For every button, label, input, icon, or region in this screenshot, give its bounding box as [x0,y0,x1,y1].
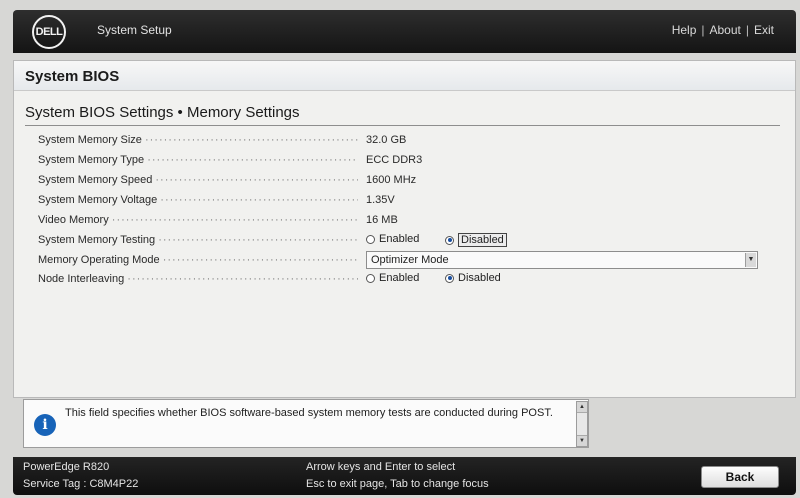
main-panel: System BIOS System BIOS Settings • Memor… [13,60,796,398]
scroll-down-icon[interactable]: ▼ [577,435,587,446]
setting-value: ECC DDR3 [366,154,423,166]
help-link[interactable]: Help [672,23,697,37]
scroll-up-icon[interactable]: ▲ [577,402,587,413]
setting-label: System Memory Type ·····················… [38,154,358,166]
setting-row-memory-voltage: System Memory Voltage ··················… [38,193,778,211]
setting-value: 1.35V [366,194,395,206]
page-title: System BIOS Settings • Memory Settings [25,104,300,121]
setting-label: System Memory Speed ····················… [38,174,358,186]
radio-selected-icon [445,235,454,245]
footer-bar: PowerEdge R820 Service Tag : C8M4P22 Arr… [13,457,796,495]
radio-unselected-icon [366,273,375,283]
radio-label: Enabled [379,233,420,245]
info-icon: i [34,414,56,436]
about-link[interactable]: About [710,23,741,37]
setting-row-operating-mode: Memory Operating Mode ··················… [38,251,778,271]
setting-row-memory-size: System Memory Size ·····················… [38,133,778,151]
setting-row-memory-type: System Memory Type ·····················… [38,153,778,171]
setting-label: Memory Operating Mode ··················… [38,254,358,266]
setting-row-node-interleaving: Node Interleaving ······················… [38,272,778,290]
header-bar: DELL System Setup Help | About | Exit [13,10,796,53]
memory-testing-enabled-radio[interactable]: Enabled [366,233,419,245]
setting-label: Node Interleaving ······················… [38,273,358,285]
operating-mode-select[interactable]: Optimizer Mode ▼ [366,251,758,269]
radio-label: Disabled [458,233,507,247]
separator: | [745,23,749,37]
screen-frame: DELL System Setup Help | About | Exit System… [0,0,800,498]
title-divider [25,125,780,126]
node-interleaving-enabled-radio[interactable]: Enabled [366,272,419,284]
back-button[interactable]: Back [701,466,779,488]
help-text: This field specifies whether BIOS softwa… [65,407,553,419]
select-value: Optimizer Mode [371,254,449,266]
radio-label: Disabled [458,272,501,284]
setting-value: 1600 MHz [366,174,417,186]
setting-row-video-memory: Video Memory ···························… [38,213,778,231]
section-title: System BIOS [25,68,120,85]
setting-value: 32.0 GB [366,134,407,146]
key-help-line-2: Esc to exit page, Tab to change focus [306,478,489,490]
service-tag: Service Tag : C8M4P22 [23,478,139,490]
setting-label: Video Memory ···························… [38,214,358,226]
setting-label: System Memory Testing ··················… [38,234,358,246]
help-info-box: i This field specifies whether BIOS soft… [23,399,589,448]
radio-selected-icon [445,273,454,283]
setting-label: System Memory Voltage ··················… [38,194,358,206]
setting-row-memory-testing: System Memory Testing ··················… [38,233,778,251]
system-model: PowerEdge R820 [23,461,110,473]
radio-unselected-icon [366,234,375,244]
separator: | [701,23,705,37]
radio-label: Enabled [379,272,420,284]
chevron-down-icon[interactable]: ▼ [745,253,756,267]
help-scrollbar[interactable]: ▲ ▼ [576,401,588,447]
setting-row-memory-speed: System Memory Speed ····················… [38,173,778,191]
dell-logo: DELL [32,15,66,49]
memory-testing-disabled-radio[interactable]: Disabled [445,233,507,247]
top-links: Help | About | Exit [672,23,774,37]
key-help-line-1: Arrow keys and Enter to select [306,461,456,473]
app-title: System Setup [97,23,172,37]
setting-value: 16 MB [366,214,398,226]
section-bar: System BIOS [14,61,795,91]
setting-label: System Memory Size ·····················… [38,134,358,146]
exit-link[interactable]: Exit [754,23,774,37]
node-interleaving-disabled-radio[interactable]: Disabled [445,272,501,284]
